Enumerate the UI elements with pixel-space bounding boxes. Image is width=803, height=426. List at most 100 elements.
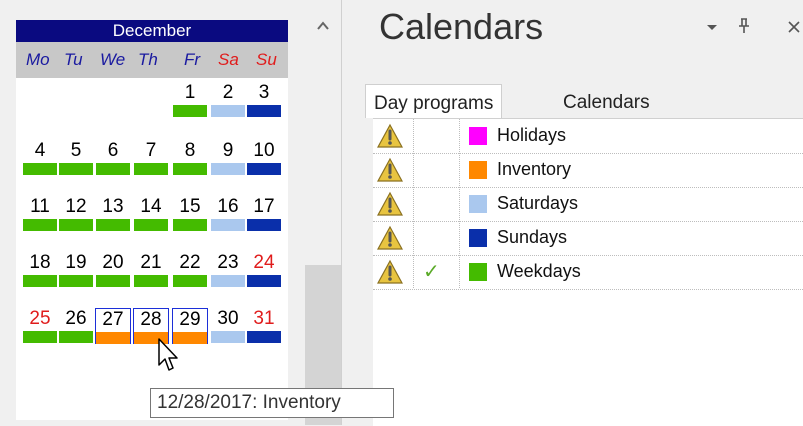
day-number: 15 (179, 196, 201, 217)
day-cell-8[interactable]: 8 (172, 140, 208, 176)
day-program-color-bar (23, 331, 57, 343)
day-program-color-bar (134, 219, 168, 231)
program-label: Weekdays (497, 261, 581, 281)
day-cell-18[interactable]: 18 (22, 252, 58, 288)
panel-splitter[interactable] (341, 0, 355, 425)
column-separator (459, 187, 460, 220)
day-number: 10 (253, 140, 275, 161)
day-cell-20[interactable]: 20 (95, 252, 131, 288)
warning-icon (377, 157, 403, 182)
day-number: 8 (184, 140, 196, 161)
weekday-label-sa: Sa (218, 50, 239, 69)
day-program-color-bar (59, 275, 93, 287)
day-program-color-bar (247, 219, 281, 231)
day-cell-9[interactable]: 9 (210, 140, 246, 176)
day-cell-5[interactable]: 5 (58, 140, 94, 176)
day-cell-15[interactable]: 15 (172, 196, 208, 232)
scroll-up-arrow-icon[interactable] (315, 18, 331, 34)
day-number: 1 (184, 82, 196, 103)
day-program-color-bar (23, 219, 57, 231)
day-cell-17[interactable]: 17 (246, 196, 282, 232)
day-cell-2[interactable]: 2 (210, 82, 246, 118)
day-cell-25[interactable]: 25 (22, 308, 58, 344)
day-program-color-bar (173, 105, 207, 117)
day-number: 23 (217, 252, 239, 273)
day-program-color-bar (96, 219, 130, 231)
day-cell-24[interactable]: 24 (246, 252, 282, 288)
weekday-label-fr: Fr (184, 50, 201, 69)
day-cell-4[interactable]: 4 (22, 140, 58, 176)
day-program-color-bar (23, 163, 57, 175)
day-cell-21[interactable]: 21 (133, 252, 169, 288)
day-cell-14[interactable]: 14 (133, 196, 169, 232)
day-number: 6 (107, 140, 119, 161)
day-program-color-bar (247, 331, 281, 343)
warning-icon (377, 123, 403, 148)
column-separator (413, 119, 414, 152)
day-program-color-bar (23, 275, 57, 287)
program-row-sundays[interactable]: Sundays (373, 221, 803, 256)
day-program-color-bar (211, 163, 245, 175)
day-number: 12 (65, 196, 87, 217)
color-swatch (469, 195, 487, 213)
warning-icon (377, 225, 403, 250)
tab-calendars[interactable]: Calendars (555, 84, 658, 118)
pin-icon[interactable] (737, 18, 751, 39)
day-cell-30[interactable]: 30 (210, 308, 246, 344)
day-cell-31[interactable]: 31 (246, 308, 282, 344)
column-separator (413, 221, 414, 254)
dropdown-arrow-icon[interactable] (705, 18, 719, 39)
column-separator (459, 255, 460, 288)
calendar-panel: December Mo Tu We Th Fr Sa Su 1 2 3 4 5 6 7 8 9 10 11 12 1… (0, 0, 305, 425)
column-separator (459, 153, 460, 186)
color-swatch (469, 127, 487, 145)
day-number: 22 (179, 252, 201, 273)
day-cell-6[interactable]: 6 (95, 140, 131, 176)
day-program-color-bar (247, 163, 281, 175)
day-number: 2 (222, 82, 234, 103)
warning-icon (377, 259, 403, 284)
day-number: 28 (140, 309, 162, 330)
day-program-color-bar (96, 332, 130, 344)
day-number: 24 (253, 252, 275, 273)
program-label: Saturdays (497, 193, 579, 213)
day-cell-26[interactable]: 26 (58, 308, 94, 344)
close-icon[interactable] (787, 18, 801, 39)
day-number: 5 (70, 140, 82, 161)
weekday-header-row: Mo Tu We Th Fr Sa Su (16, 42, 288, 78)
day-cell-27[interactable]: 27 (95, 308, 131, 344)
calendar-scrollbar[interactable] (305, 0, 341, 425)
day-cell-22[interactable]: 22 (172, 252, 208, 288)
day-program-color-bar (134, 163, 168, 175)
day-cell-10[interactable]: 10 (246, 140, 282, 176)
program-row-weekdays[interactable]: ✓ Weekdays (373, 255, 803, 290)
day-cell-19[interactable]: 19 (58, 252, 94, 288)
day-number: 20 (102, 252, 124, 273)
column-separator (459, 119, 460, 152)
day-number: 25 (29, 308, 51, 329)
day-number: 14 (140, 196, 162, 217)
column-separator (459, 221, 460, 254)
program-row-saturdays[interactable]: Saturdays (373, 187, 803, 222)
day-cell-12[interactable]: 12 (58, 196, 94, 232)
day-cell-11[interactable]: 11 (22, 196, 58, 232)
tab-strip: Day programs Calendars (365, 84, 803, 118)
program-row-inventory[interactable]: Inventory (373, 153, 803, 188)
color-swatch (469, 229, 487, 247)
day-number: 27 (102, 309, 124, 330)
day-number: 19 (65, 252, 87, 273)
day-cell-7[interactable]: 7 (133, 140, 169, 176)
day-number: 21 (140, 252, 162, 273)
day-cell-1[interactable]: 1 (172, 82, 208, 118)
day-program-color-bar (173, 275, 207, 287)
day-program-color-bar (211, 105, 245, 117)
day-cell-16[interactable]: 16 (210, 196, 246, 232)
tab-day-programs[interactable]: Day programs (365, 84, 503, 118)
day-cell-3[interactable]: 3 (246, 82, 282, 118)
day-number: 16 (217, 196, 239, 217)
day-cell-23[interactable]: 23 (210, 252, 246, 288)
weekday-label-tu: Tu (64, 50, 83, 69)
day-number: 30 (217, 308, 239, 329)
day-cell-13[interactable]: 13 (95, 196, 131, 232)
program-row-holidays[interactable]: Holidays (373, 119, 803, 154)
